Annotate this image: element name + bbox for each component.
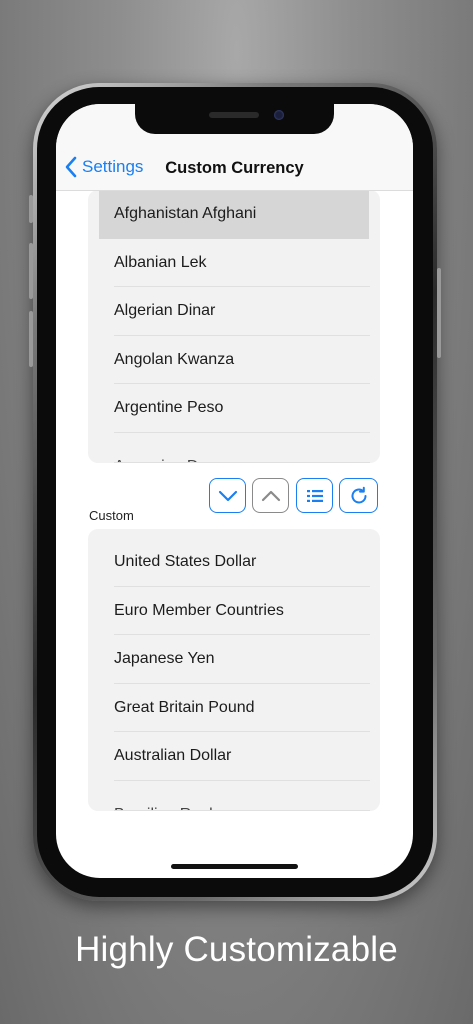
refresh-icon bbox=[351, 486, 366, 503]
speaker-grille bbox=[209, 112, 259, 118]
custom-currency-item[interactable]: Japanese Yen bbox=[88, 635, 380, 684]
currency-list-item[interactable]: Argentine Peso bbox=[88, 384, 380, 433]
custom-currency-item[interactable]: Great Britain Pound bbox=[88, 684, 380, 733]
currency-list-item[interactable]: Afghanistan Afghani bbox=[99, 190, 369, 239]
custom-currency-item[interactable]: Euro Member Countries bbox=[88, 587, 380, 636]
camera-icon bbox=[274, 110, 284, 120]
currency-list-item[interactable]: Albanian Lek bbox=[88, 239, 380, 288]
custom-currency-item[interactable]: Brazilian Real bbox=[88, 781, 380, 811]
side-button-power bbox=[437, 268, 441, 358]
currency-list-item[interactable]: Armenian Dram bbox=[88, 433, 380, 463]
chevron-down-icon bbox=[218, 490, 237, 501]
move-down-button[interactable] bbox=[209, 478, 246, 513]
custom-currency-list[interactable]: United States Dollar Euro Member Countri… bbox=[88, 529, 380, 811]
custom-currency-item[interactable]: Australian Dollar bbox=[88, 732, 380, 781]
list-icon bbox=[306, 489, 323, 502]
side-button-mute bbox=[29, 195, 33, 223]
notch bbox=[135, 104, 334, 134]
side-button-volume-down bbox=[29, 311, 33, 367]
currency-list-item[interactable]: Angolan Kwanza bbox=[88, 336, 380, 385]
side-button-volume-up bbox=[29, 243, 33, 299]
currency-list-item[interactable]: Algerian Dinar bbox=[88, 287, 380, 336]
reset-button[interactable] bbox=[339, 478, 378, 513]
promo-caption: Highly Customizable bbox=[75, 930, 398, 969]
currency-list[interactable]: Afghanistan Afghani Albanian Lek Algeria… bbox=[88, 190, 380, 463]
custom-section-label: Custom bbox=[89, 508, 134, 523]
custom-currency-item[interactable]: United States Dollar bbox=[88, 538, 380, 587]
page-title: Custom Currency bbox=[165, 159, 304, 177]
move-up-button[interactable] bbox=[252, 478, 289, 513]
home-indicator[interactable] bbox=[171, 864, 298, 869]
phone-screen: Settings Custom Currency Afghanistan Afg… bbox=[56, 104, 413, 878]
chevron-up-icon bbox=[261, 490, 280, 501]
list-button[interactable] bbox=[296, 478, 333, 513]
